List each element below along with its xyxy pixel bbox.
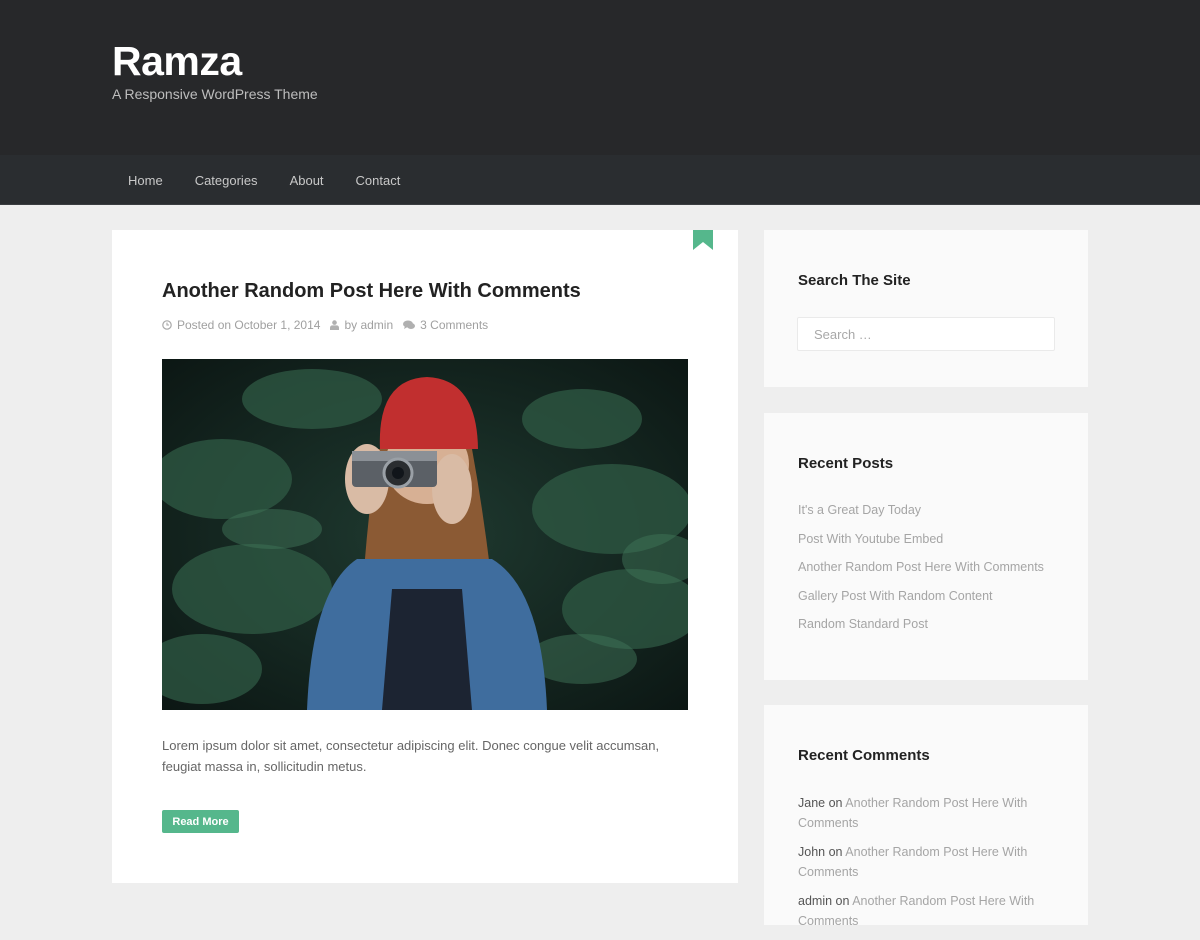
comment-on: on [825, 845, 846, 859]
search-input[interactable] [797, 317, 1055, 351]
comment-author: Jane [798, 796, 826, 810]
recent-comment-item: John on Another Random Post Here With Co… [798, 842, 1058, 882]
clock-icon [162, 320, 172, 330]
search-widget-title: Search The Site [798, 272, 911, 289]
recent-post-link[interactable]: Another Random Post Here With Comments [798, 558, 1044, 587]
post-comments-text: 3 Comments [420, 318, 489, 332]
post-excerpt: Lorem ipsum dolor sit amet, consectetur … [162, 738, 660, 774]
user-icon [330, 320, 340, 330]
nav-item-home[interactable]: Home [112, 173, 179, 188]
comment-author[interactable]: admin [798, 894, 832, 908]
recent-post-link[interactable]: It's a Great Day Today [798, 501, 1044, 530]
main-navigation: Home Categories About Contact [0, 155, 1200, 205]
search-widget: Search The Site [764, 230, 1088, 387]
recent-post-link[interactable]: Gallery Post With Random Content [798, 587, 1044, 616]
post-featured-image[interactable] [162, 359, 688, 710]
recent-comment-item: admin on Another Random Post Here With C… [798, 891, 1058, 931]
comment-on: on [832, 894, 853, 908]
post-comments[interactable]: 3 Comments [403, 318, 488, 332]
nav-item-about[interactable]: About [274, 173, 340, 188]
post-meta: Posted on October 1, 2014 by admin 3 Com… [162, 318, 498, 332]
comment-on: on [825, 796, 846, 810]
recent-comments-widget: Recent Comments Jane on Another Random P… [764, 705, 1088, 928]
site-title[interactable]: Ramza [112, 38, 242, 85]
photo-illustration [162, 359, 688, 710]
recent-posts-widget: Recent Posts It's a Great Day Today Post… [764, 413, 1088, 680]
site-tagline: A Responsive WordPress Theme [112, 86, 318, 102]
site-header: Ramza A Responsive WordPress Theme [0, 0, 1200, 155]
recent-post-link[interactable]: Random Standard Post [798, 615, 1044, 644]
post-author-text: by admin [344, 318, 394, 332]
post-title[interactable]: Another Random Post Here With Comments [162, 280, 581, 303]
post-date[interactable]: Posted on October 1, 2014 [162, 318, 320, 332]
read-more-button[interactable]: Read More [162, 810, 239, 833]
recent-comments-title: Recent Comments [798, 747, 930, 764]
nav-item-contact[interactable]: Contact [340, 173, 417, 188]
comment-author: John [798, 845, 826, 859]
post-author[interactable]: by admin [330, 318, 393, 332]
post-date-text: Posted on October 1, 2014 [177, 318, 321, 332]
bookmark-icon [693, 230, 713, 250]
recent-comment-item: Jane on Another Random Post Here With Co… [798, 793, 1058, 833]
post-card: Another Random Post Here With Comments P… [112, 230, 738, 883]
recent-posts-title: Recent Posts [798, 455, 894, 472]
recent-post-link[interactable]: Post With Youtube Embed [798, 530, 1044, 559]
comments-icon [403, 320, 416, 329]
nav-item-categories[interactable]: Categories [179, 173, 274, 188]
